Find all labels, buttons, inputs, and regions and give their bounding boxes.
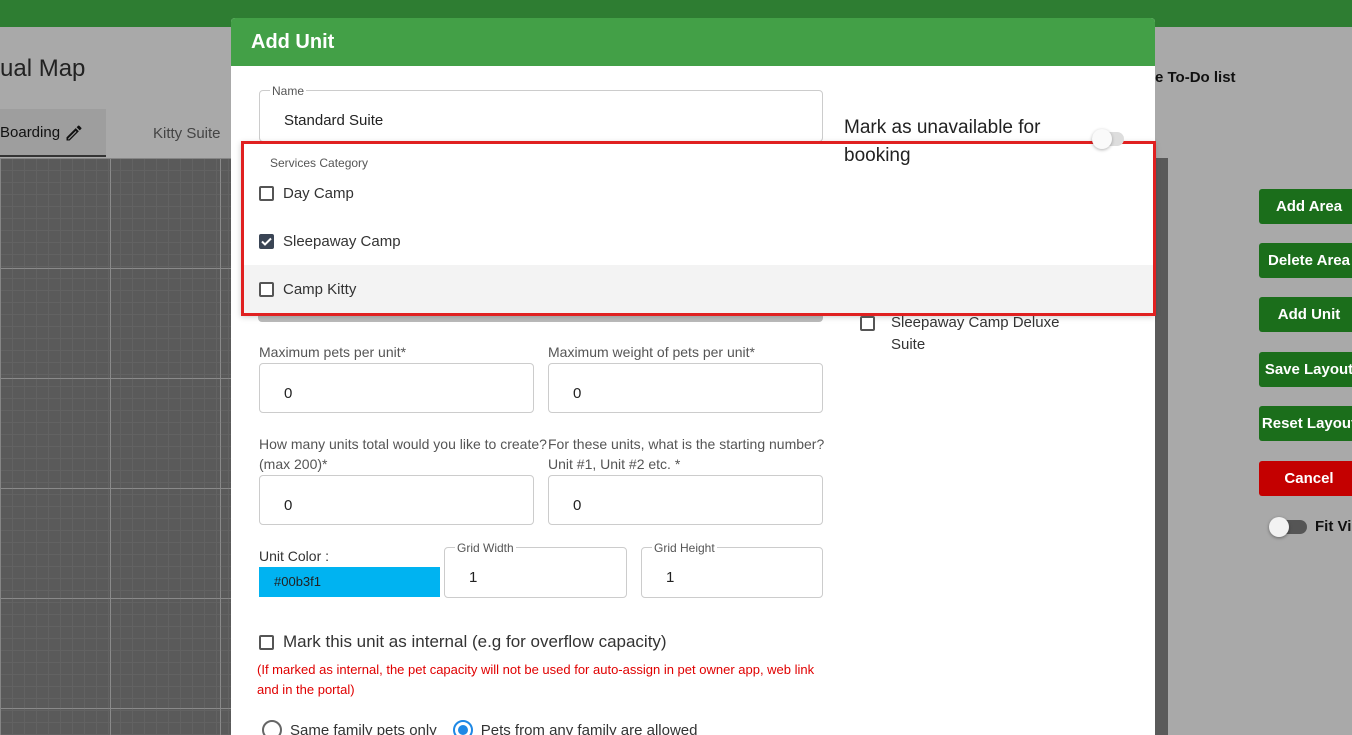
max-pets-label: Maximum pets per unit*: [259, 344, 407, 360]
add-unit-button[interactable]: Add Unit: [1259, 297, 1352, 332]
internal-note: (If marked as internal, the pet capacity…: [257, 662, 815, 697]
units-total-value: 0: [284, 497, 293, 514]
option-label: Day Camp: [283, 184, 354, 202]
delete-area-button[interactable]: Delete Area: [1259, 243, 1352, 278]
name-field[interactable]: Name Standard Suite: [259, 84, 823, 142]
name-legend: Name: [270, 84, 307, 98]
radio-any-family[interactable]: [452, 720, 473, 735]
family-radio-group: Same family pets only Pets from any fami…: [262, 720, 698, 735]
tab-boarding[interactable]: Boarding: [0, 109, 106, 157]
dialog-title: Add Unit: [231, 18, 1155, 66]
reset-layout-button[interactable]: Reset Layout: [1259, 406, 1352, 441]
pencil-icon[interactable]: [64, 123, 84, 143]
unit-color-label: Unit Color :: [259, 548, 330, 564]
option-sleepaway-camp-deluxe[interactable]: Sleepaway Camp Deluxe Suite: [860, 312, 1091, 356]
tab-kitty-suite[interactable]: Kitty Suite: [153, 125, 221, 142]
max-weight-input[interactable]: 0: [548, 363, 823, 413]
starting-number-value: 0: [573, 497, 582, 514]
deluxe-label: Sleepaway Camp Deluxe Suite: [891, 314, 1060, 353]
toggle-thumb: [1269, 516, 1289, 537]
checked-checkbox-icon[interactable]: [259, 233, 274, 249]
unit-color-input[interactable]: #00b3f1: [259, 567, 440, 597]
save-layout-button[interactable]: Save Layout: [1259, 352, 1352, 387]
grid-height-legend: Grid Height: [652, 541, 717, 555]
max-weight-value: 0: [573, 385, 582, 402]
radio-any-family-label: Pets from any family are allowed: [480, 721, 698, 735]
grid-width-value: 1: [469, 569, 478, 586]
grid-width-legend: Grid Width: [455, 541, 516, 555]
grid-height-field[interactable]: Grid Height 1: [641, 541, 823, 598]
toggle-switch[interactable]: [1269, 516, 1307, 537]
internal-label: Mark this unit as internal (e.g for over…: [283, 632, 667, 651]
max-weight-label: Maximum weight of pets per unit*: [548, 344, 755, 360]
internal-checkbox-row[interactable]: Mark this unit as internal (e.g for over…: [259, 632, 667, 652]
checkbox-icon[interactable]: [259, 185, 274, 201]
radio-same-family-label: Same family pets only: [290, 721, 437, 735]
tab-label: Boarding: [0, 124, 61, 141]
name-value: Standard Suite: [284, 112, 384, 129]
option-day-camp[interactable]: Day Camp: [241, 169, 1155, 217]
checkbox-icon[interactable]: [259, 281, 274, 297]
unavailable-toggle[interactable]: [1092, 129, 1124, 149]
toggle-thumb: [1092, 129, 1112, 149]
option-label: Camp Kitty: [283, 280, 357, 298]
radio-same-family[interactable]: [262, 720, 282, 735]
option-label: Sleepaway Camp: [283, 232, 401, 250]
map-grid[interactable]: [0, 158, 232, 735]
checkbox-icon[interactable]: [259, 634, 274, 650]
grid-height-value: 1: [666, 569, 675, 586]
cancel-button[interactable]: Cancel: [1259, 461, 1352, 496]
units-total-input[interactable]: 0: [259, 475, 534, 525]
starting-number-input[interactable]: 0: [548, 475, 823, 525]
max-pets-input[interactable]: 0: [259, 363, 534, 413]
area-tabs: Boarding Kitty Suite: [0, 109, 232, 158]
add-area-button[interactable]: Add Area: [1259, 189, 1352, 224]
services-category-legend: Services Category: [270, 156, 369, 170]
option-sleepaway-camp[interactable]: Sleepaway Camp: [241, 217, 1155, 265]
grid-width-field[interactable]: Grid Width 1: [444, 541, 627, 598]
max-pets-value: 0: [284, 385, 293, 402]
page-title: ual Map: [0, 55, 86, 82]
checkbox-icon[interactable]: [860, 316, 875, 331]
starting-number-label: For these units, what is the starting nu…: [548, 436, 825, 472]
option-camp-kitty[interactable]: Camp Kitty: [241, 265, 1155, 313]
units-total-label: How many units total would you like to c…: [259, 436, 547, 472]
map-panel-edge: [1155, 158, 1168, 735]
fit-view-label: Fit Vi: [1315, 518, 1352, 535]
fit-view-toggle[interactable]: Fit Vi: [1269, 516, 1352, 537]
unavailable-label: Mark as unavailable for booking: [844, 117, 1041, 166]
todo-link[interactable]: e To-Do list: [1155, 69, 1236, 86]
